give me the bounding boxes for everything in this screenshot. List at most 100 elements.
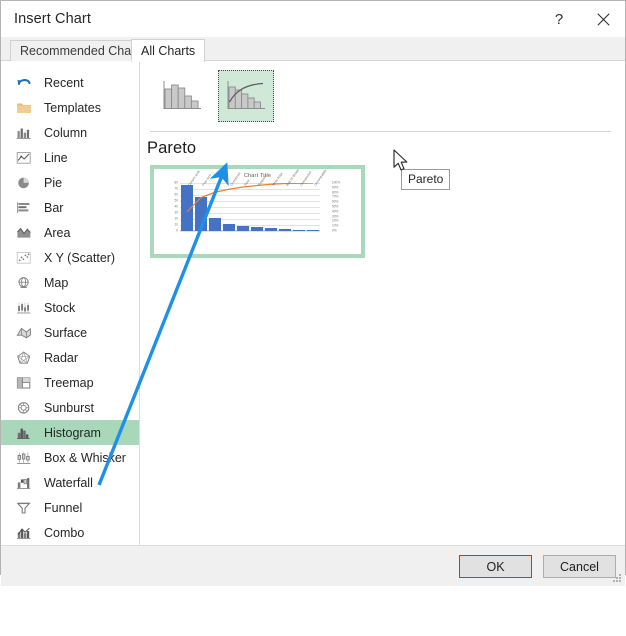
tab-recommended-charts-label: Recommended Charts — [20, 44, 146, 58]
sidebar-item-histogram-label: Histogram — [44, 425, 101, 440]
sidebar-item-combo[interactable]: Combo — [1, 520, 139, 545]
help-button[interactable]: ? — [537, 1, 581, 37]
sidebar-item-recent-label: Recent — [44, 75, 84, 90]
stock-chart-icon — [15, 299, 33, 316]
chart-y2-tick: 40% — [332, 209, 339, 214]
sidebar-item-box-whisker-label: Box & Whisker — [44, 450, 126, 465]
chart-cumulative-line — [186, 183, 314, 213]
tab-strip: Recommended Charts All Charts — [1, 37, 625, 62]
chart-plot-area: 0 10 20 30 40 50 60 70 80 0% 10% 20% 30% 40% 50% 60% 70%… — [174, 166, 340, 233]
sidebar-item-surface-label: Surface — [44, 325, 88, 340]
chart-y-tick: 80 — [174, 180, 178, 185]
cancel-button-label: Cancel — [560, 559, 599, 574]
tab-all-charts[interactable]: All Charts — [131, 39, 206, 62]
selected-chart-type-heading: Pareto — [147, 139, 197, 157]
column-chart-icon — [15, 124, 33, 141]
histogram-subtype-thumbnail[interactable] — [154, 70, 210, 122]
waterfall-icon — [15, 474, 33, 491]
chart-subtype-panel: Pareto Chart Title 0 10 20 30 40 50 60 70 80 0% 10… — [140, 61, 625, 545]
recent-undo-icon — [15, 74, 33, 91]
window-controls: ? — [537, 1, 625, 37]
combo-chart-icon — [15, 524, 33, 541]
sidebar-item-waterfall-label: Waterfall — [44, 475, 93, 490]
histogram-icon — [15, 424, 33, 441]
chart-y2-tick: 80% — [332, 189, 339, 194]
map-globe-icon — [15, 274, 33, 291]
chart-gridline — [180, 231, 320, 232]
sidebar-item-funnel-label: Funnel — [44, 500, 83, 515]
sidebar-item-funnel[interactable]: Funnel — [1, 495, 139, 520]
close-button[interactable] — [581, 1, 625, 37]
chart-preview: Chart Title 0 10 20 30 40 50 60 70 80 0% 10% 20% 30%… — [154, 166, 361, 254]
sidebar-item-line[interactable]: Line — [1, 145, 139, 170]
sidebar-item-scatter-label: X Y (Scatter) — [44, 250, 116, 265]
surface-chart-icon — [15, 324, 33, 341]
sidebar-item-pie[interactable]: Pie — [1, 170, 139, 195]
chart-y-tick: 10 — [174, 222, 178, 227]
sidebar-item-sunburst[interactable]: Sunburst — [1, 395, 139, 420]
radar-chart-icon — [15, 349, 33, 366]
sidebar-item-pie-label: Pie — [44, 175, 63, 190]
tooltip-text: Pareto — [408, 172, 444, 186]
chart-y2-tick: 70% — [332, 194, 339, 199]
treemap-icon — [15, 374, 33, 391]
folder-icon — [15, 99, 33, 116]
chart-y-tick: 30 — [174, 210, 178, 215]
pie-chart-icon — [15, 174, 33, 191]
sidebar-item-sunburst-label: Sunburst — [44, 400, 95, 415]
bar-chart-icon — [15, 199, 33, 216]
sidebar-item-treemap[interactable]: Treemap — [1, 370, 139, 395]
chart-title: Chart Title — [243, 173, 272, 179]
chart-y-tick: 50 — [174, 198, 178, 203]
pareto-thumb-icon — [227, 81, 265, 109]
sidebar-item-recent[interactable]: Recent — [1, 70, 139, 95]
sidebar-item-map[interactable]: Map — [1, 270, 139, 295]
boxwhisker-icon — [15, 449, 33, 466]
sidebar-item-box-whisker[interactable]: Box & Whisker — [1, 445, 139, 470]
sidebar-item-waterfall[interactable]: Waterfall — [1, 470, 139, 495]
close-icon — [596, 12, 610, 26]
sidebar-item-histogram[interactable]: Histogram — [1, 420, 139, 445]
scatter-chart-icon — [15, 249, 33, 266]
sidebar-item-map-label: Map — [44, 275, 69, 290]
sidebar-item-surface[interactable]: Surface — [1, 320, 139, 345]
sidebar-item-templates[interactable]: Templates — [1, 95, 139, 120]
sidebar-item-bar[interactable]: Bar — [1, 195, 139, 220]
pareto-subtype-thumbnail[interactable] — [218, 70, 274, 122]
chart-y-tick: 40 — [174, 204, 178, 209]
sidebar-item-bar-label: Bar — [44, 200, 64, 215]
chart-y2-tick: 90% — [332, 185, 339, 190]
chart-preview-card[interactable]: Chart Title 0 10 20 30 40 50 60 70 80 0% 10% 20% 30%… — [150, 165, 365, 258]
question-mark-icon: ? — [554, 10, 564, 28]
chart-y2-tick: 0% — [332, 228, 337, 233]
chart-type-list[interactable]: Recent Templates Column Line Pie Bar Are… — [1, 61, 140, 545]
chart-y2-tick: 50% — [332, 204, 339, 209]
ok-button-label: OK — [486, 559, 505, 574]
window-title: Insert Chart — [14, 11, 91, 27]
sidebar-item-area-label: Area — [44, 225, 71, 240]
panel-divider — [150, 131, 611, 132]
insert-chart-dialog: Insert Chart ? Recommended Charts All Ch… — [0, 0, 626, 586]
tab-all-charts-label: All Charts — [141, 44, 196, 58]
sidebar-item-radar[interactable]: Radar — [1, 345, 139, 370]
subtype-thumbnail-row — [154, 70, 274, 122]
sidebar-item-radar-label: Radar — [44, 350, 79, 365]
chart-y-tick: 70 — [174, 186, 178, 191]
sidebar-item-column-label: Column — [44, 125, 88, 140]
chart-y2-tick: 30% — [332, 213, 339, 218]
area-chart-icon — [15, 224, 33, 241]
sidebar-item-stock[interactable]: Stock — [1, 295, 139, 320]
dialog-body: Recent Templates Column Line Pie Bar Are… — [1, 61, 625, 546]
histogram-thumb-icon — [163, 81, 201, 109]
sidebar-item-area[interactable]: Area — [1, 220, 139, 245]
chart-y-tick: 20 — [174, 216, 178, 221]
sidebar-item-combo-label: Combo — [44, 525, 85, 540]
chart-y2-tick: 10% — [332, 223, 339, 228]
sidebar-item-scatter[interactable]: X Y (Scatter) — [1, 245, 139, 270]
chart-y2-tick: 60% — [332, 199, 339, 204]
mouse-pointer-icon — [393, 149, 410, 178]
sidebar-item-stock-label: Stock — [44, 300, 76, 315]
dialog-footer: OK Cancel — [1, 546, 625, 586]
sidebar-item-column[interactable]: Column — [1, 120, 139, 145]
sidebar-item-treemap-label: Treemap — [44, 375, 94, 390]
